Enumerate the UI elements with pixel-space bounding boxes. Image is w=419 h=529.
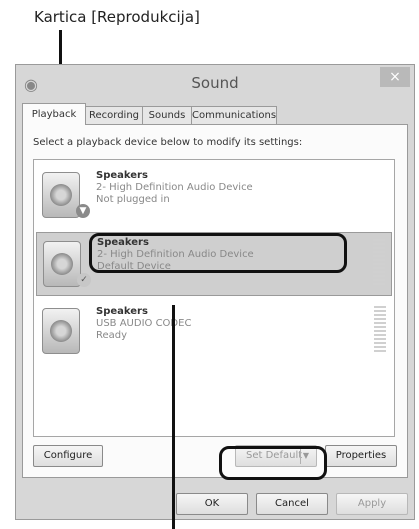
- device-description: 2- High Definition Audio Device: [96, 182, 253, 193]
- sound-dialog: ◉ Sound × Playback Recording Sounds Comm…: [15, 64, 415, 520]
- callout-label: Kartica [Reprodukcija]: [34, 8, 200, 26]
- device-item[interactable]: Speakers USB AUDIO CODEC Ready: [36, 300, 392, 364]
- set-default-highlight-box: [219, 446, 327, 480]
- arrow-down-icon: ▼: [76, 204, 90, 218]
- callout-line-bottom: [172, 305, 175, 529]
- device-name: Speakers: [96, 170, 148, 181]
- tab-recording[interactable]: Recording: [85, 106, 143, 124]
- speaker-icon: [43, 241, 81, 287]
- tab-communications[interactable]: Communications: [191, 106, 277, 124]
- device-status: Not plugged in: [96, 194, 170, 205]
- speaker-icon: [42, 172, 80, 218]
- ok-button[interactable]: OK: [176, 493, 248, 515]
- configure-button[interactable]: Configure: [33, 445, 103, 467]
- device-highlight-box: [89, 233, 347, 273]
- device-status: Ready: [96, 330, 128, 341]
- device-item[interactable]: ▼ Speakers 2- High Definition Audio Devi…: [36, 164, 392, 228]
- instruction-text: Select a playback device below to modify…: [33, 137, 303, 148]
- level-meter: [374, 306, 386, 354]
- speaker-icon: [42, 308, 80, 354]
- title-bar: ◉ Sound ×: [16, 65, 414, 101]
- device-list: ▼ Speakers 2- High Definition Audio Devi…: [33, 159, 395, 437]
- apply-button[interactable]: Apply: [336, 493, 408, 515]
- cancel-button[interactable]: Cancel: [256, 493, 328, 515]
- checkmark-icon: ✓: [77, 273, 91, 287]
- playback-panel: Select a playback device below to modify…: [22, 124, 408, 478]
- device-name: Speakers: [96, 306, 148, 317]
- properties-button[interactable]: Properties: [325, 445, 397, 467]
- tab-playback[interactable]: Playback: [22, 103, 86, 125]
- window-title: Sound: [191, 74, 239, 92]
- level-meter: [373, 239, 385, 287]
- close-button[interactable]: ×: [380, 67, 410, 87]
- device-description: USB AUDIO CODEC: [96, 318, 192, 329]
- tab-sounds[interactable]: Sounds: [142, 106, 192, 124]
